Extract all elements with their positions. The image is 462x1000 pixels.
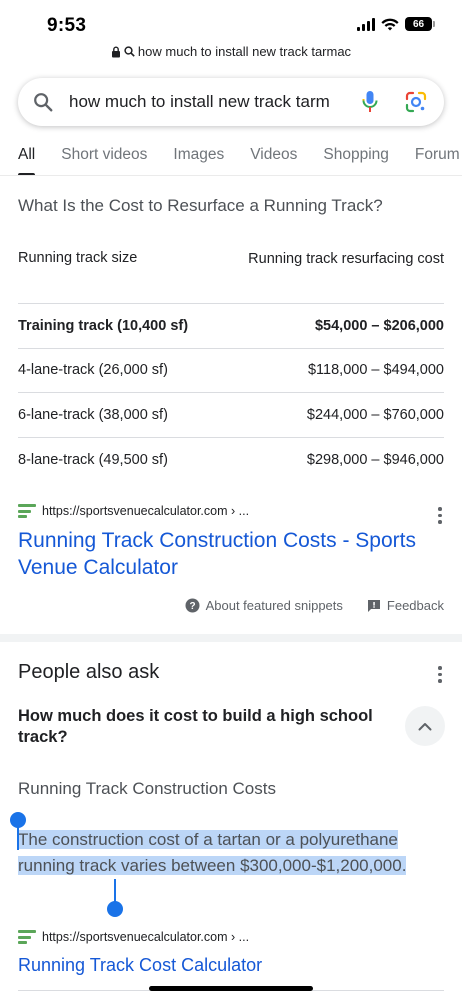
tab-images[interactable]: Images (160, 140, 237, 175)
collapse-button[interactable] (405, 706, 445, 746)
wifi-icon (381, 18, 399, 30)
answer-text[interactable]: The construction cost of a tartan or a p… (18, 827, 448, 878)
selection-end-line (114, 879, 116, 903)
tab-shopping[interactable]: Shopping (310, 140, 402, 175)
snippet-footer: ? About featured snippets Feedback (185, 598, 444, 613)
feedback-link[interactable]: Feedback (367, 598, 444, 613)
search-tabs: All Short videos Images Videos Shopping … (0, 140, 462, 176)
table-row: 4-lane-track (26,000 sf) $118,000 – $494… (18, 349, 444, 393)
paa-source[interactable]: https://sportsvenuecalculator.com › ... (18, 930, 249, 944)
row-size: 6-lane-track (38,000 sf) (18, 406, 168, 423)
search-box[interactable]: how much to install new track tarm (18, 78, 444, 126)
source-url: https://sportsvenuecalculator.com › ... (42, 930, 250, 944)
lock-icon (111, 46, 120, 57)
cellular-signal-icon (357, 17, 375, 31)
tab-all[interactable]: All (0, 140, 48, 175)
microphone-icon[interactable] (362, 90, 378, 114)
row-cost: $244,000 – $760,000 (306, 406, 444, 423)
selection-start-line (17, 826, 19, 850)
row-size: Training track (10,400 sf) (18, 317, 189, 334)
header-cost: Running track resurfacing cost (248, 251, 444, 267)
answer-heading: Running Track Construction Costs (18, 779, 276, 798)
site-favicon-icon (18, 504, 36, 518)
row-cost: $54,000 – $206,000 (314, 317, 444, 334)
selected-text[interactable]: The construction cost of a tartan or a p… (18, 830, 407, 875)
search-small-icon (124, 46, 135, 57)
status-time: 9:53 (47, 15, 87, 36)
selection-end-handle[interactable] (107, 901, 123, 917)
chevron-up-icon (418, 722, 432, 730)
url-bar[interactable]: how much to install new track tarmac (0, 44, 462, 59)
more-options-icon[interactable] (438, 507, 442, 524)
url-text: how much to install new track tarmac (137, 44, 352, 59)
feedback-label: Feedback (386, 598, 444, 613)
snippet-title: What Is the Cost to Resurface a Running … (18, 196, 383, 215)
section-divider (0, 634, 462, 642)
header-size: Running track size (18, 250, 138, 266)
row-size: 4-lane-track (26,000 sf) (18, 362, 168, 379)
row-cost: $298,000 – $946,000 (306, 451, 444, 468)
row-size: 8-lane-track (49,500 sf) (18, 451, 168, 468)
snippet-result-link[interactable]: Running Track Construction Costs - Sport… (18, 527, 438, 581)
paa-question[interactable]: How much does it cost to build a high sc… (18, 706, 388, 748)
about-label: About featured snippets (205, 598, 343, 613)
feedback-icon (367, 599, 380, 612)
about-snippets-link[interactable]: ? About featured snippets (185, 598, 343, 613)
help-icon: ? (185, 598, 200, 613)
table-header: Running track size Running track resurfa… (18, 238, 444, 304)
table-row: Training track (10,400 sf) $54,000 – $20… (18, 304, 444, 349)
tab-short-videos[interactable]: Short videos (48, 140, 160, 175)
search-input[interactable]: how much to install new track tarm (69, 92, 345, 112)
paa-result-link[interactable]: Running Track Cost Calculator (18, 953, 438, 977)
tab-videos[interactable]: Videos (237, 140, 310, 175)
source-url: https://sportsvenuecalculator.com › ... (42, 504, 250, 518)
search-icon (34, 93, 53, 112)
cost-table: Running track size Running track resurfa… (18, 238, 444, 482)
tab-forum[interactable]: Forum (402, 140, 462, 175)
site-favicon-icon (18, 930, 36, 944)
snippet-source[interactable]: https://sportsvenuecalculator.com › ... (18, 504, 249, 518)
table-row: 6-lane-track (38,000 sf) $244,000 – $760… (18, 393, 444, 438)
selection-start-handle[interactable] (10, 812, 26, 828)
status-icons: 66 (357, 17, 435, 31)
table-row: 8-lane-track (49,500 sf) $298,000 – $946… (18, 438, 444, 483)
paa-title: People also ask (18, 661, 160, 683)
status-bar: 9:53 66 (0, 0, 462, 44)
row-cost: $118,000 – $494,000 (307, 362, 444, 379)
home-indicator[interactable] (149, 986, 313, 991)
google-lens-icon[interactable] (404, 90, 428, 114)
battery-icon: 66 (405, 17, 435, 31)
paa-more-options-icon[interactable] (438, 666, 442, 683)
svg-text:?: ? (189, 601, 195, 612)
